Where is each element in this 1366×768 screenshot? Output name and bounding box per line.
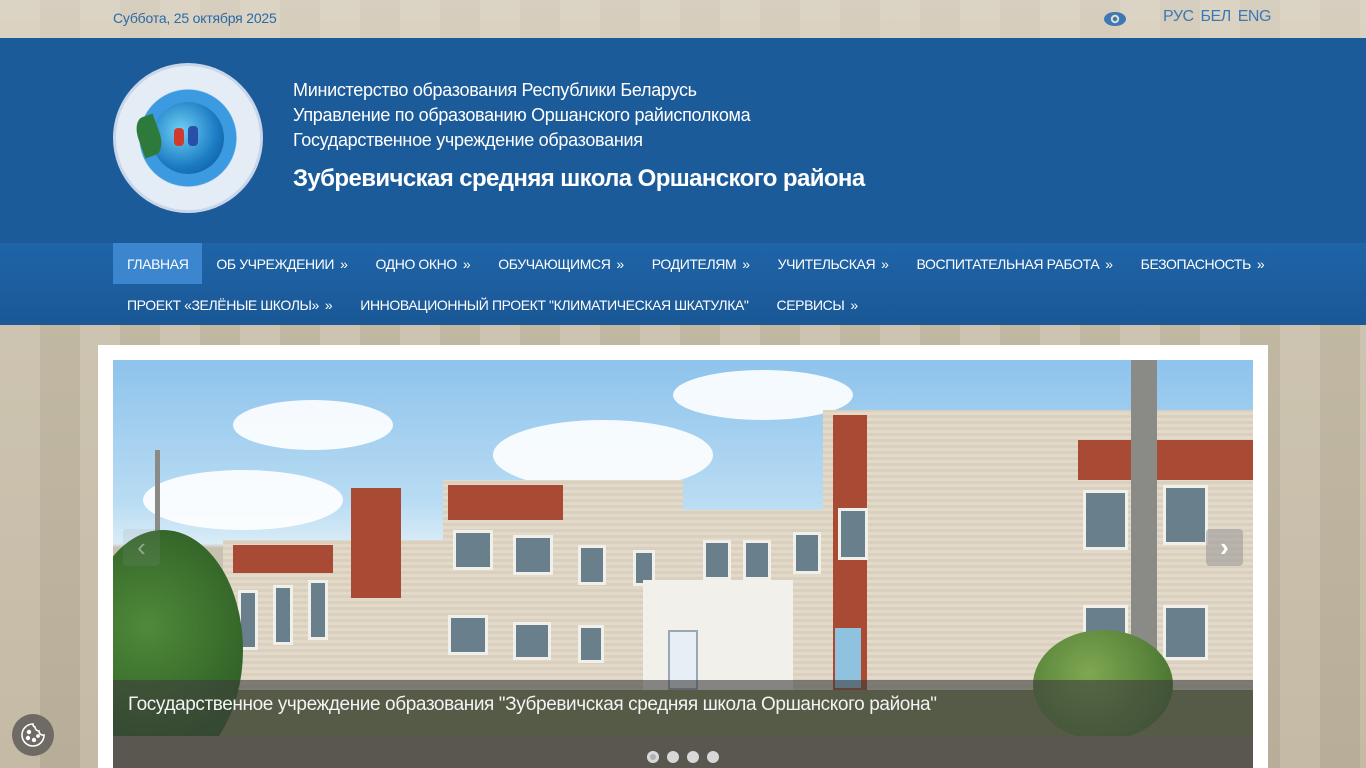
window bbox=[838, 508, 868, 560]
cloud bbox=[143, 470, 343, 530]
site-header: Министерство образования Республики Бела… bbox=[0, 38, 1366, 243]
main-navigation: ГЛАВНАЯ ОБ УЧРЕЖДЕНИИ» ОДНО ОКНО» ОБУЧАЮ… bbox=[0, 243, 1366, 325]
lang-bel[interactable]: БЕЛ bbox=[1201, 8, 1232, 26]
nav-item-one-window[interactable]: ОДНО ОКНО» bbox=[361, 243, 484, 284]
nav-item-home[interactable]: ГЛАВНАЯ bbox=[113, 243, 203, 284]
slider-dot[interactable] bbox=[667, 751, 679, 763]
building-accent bbox=[1078, 440, 1253, 480]
building-accent bbox=[351, 488, 401, 598]
slide-caption: Государственное учреждение образования "… bbox=[113, 680, 1253, 736]
top-bar: Суббота, 25 октября 2025 РУС БЕЛ ENG bbox=[0, 0, 1366, 38]
child-figure bbox=[174, 128, 184, 146]
window bbox=[743, 540, 771, 580]
nav-item-education-work[interactable]: ВОСПИТАТЕЛЬНАЯ РАБОТА» bbox=[903, 243, 1127, 284]
slide-caption-text: Государственное учреждение образования "… bbox=[128, 694, 937, 715]
nav-item-green-schools[interactable]: ПРОЕКТ «ЗЕЛЁНЫЕ ШКОЛЫ»» bbox=[113, 284, 346, 325]
window bbox=[1083, 490, 1128, 550]
chevron-right-icon: » bbox=[850, 296, 858, 313]
child-figure bbox=[188, 126, 198, 146]
image-slider: ‹ › Государственное учреждение образован… bbox=[113, 360, 1253, 768]
slider-pagination bbox=[113, 736, 1253, 768]
window bbox=[793, 532, 821, 574]
building-accent bbox=[448, 485, 563, 520]
org-line: Министерство образования Республики Бела… bbox=[293, 80, 697, 100]
window bbox=[1163, 605, 1208, 660]
slider-next-button[interactable]: › bbox=[1206, 529, 1243, 566]
school-name: Зубревичская средняя школа Оршанского ра… bbox=[293, 165, 865, 192]
cloud bbox=[233, 400, 393, 450]
cookie-icon[interactable] bbox=[12, 714, 54, 756]
window bbox=[513, 622, 551, 660]
nav-item-teachers[interactable]: УЧИТЕЛЬСКАЯ» bbox=[764, 243, 903, 284]
nav-item-students[interactable]: ОБУЧАЮЩИМСЯ» bbox=[484, 243, 638, 284]
window bbox=[448, 615, 488, 655]
window bbox=[308, 580, 328, 640]
slider-prev-button[interactable]: ‹ bbox=[123, 529, 160, 566]
building-accent bbox=[233, 545, 333, 573]
window bbox=[578, 545, 606, 585]
org-line: Управление по образованию Оршанского рай… bbox=[293, 105, 751, 125]
chevron-right-icon: » bbox=[616, 255, 624, 272]
eye-icon[interactable] bbox=[1103, 10, 1127, 28]
window bbox=[1163, 485, 1208, 545]
org-line: Государственное учреждение образования bbox=[293, 130, 643, 150]
window bbox=[273, 585, 293, 645]
language-switcher: РУС БЕЛ ENG bbox=[1163, 8, 1271, 26]
slider-dot[interactable] bbox=[687, 751, 699, 763]
nav-row: ПРОЕКТ «ЗЕЛЁНЫЕ ШКОЛЫ»» ИННОВАЦИОННЫЙ ПР… bbox=[113, 284, 872, 325]
slider-dots bbox=[647, 751, 719, 763]
chevron-right-icon: » bbox=[340, 255, 348, 272]
nav-item-parents[interactable]: РОДИТЕЛЯМ» bbox=[638, 243, 764, 284]
nav-item-innovation-project[interactable]: ИННОВАЦИОННЫЙ ПРОЕКТ "КЛИМАТИЧЕСКАЯ ШКАТ… bbox=[346, 284, 762, 325]
school-logo[interactable] bbox=[113, 63, 263, 213]
window bbox=[578, 625, 604, 663]
chevron-right-icon: » bbox=[1256, 255, 1265, 272]
side-door bbox=[835, 628, 861, 688]
slider-dot[interactable] bbox=[707, 751, 719, 763]
nav-row: ГЛАВНАЯ ОБ УЧРЕЖДЕНИИ» ОДНО ОКНО» ОБУЧАЮ… bbox=[113, 243, 1278, 284]
chevron-right-icon: » bbox=[1105, 255, 1113, 272]
chevron-right-icon: » bbox=[462, 255, 471, 272]
window bbox=[453, 530, 493, 570]
window bbox=[513, 535, 553, 575]
lang-eng[interactable]: ENG bbox=[1238, 8, 1272, 26]
lang-rus[interactable]: РУС bbox=[1163, 8, 1194, 26]
nav-item-services[interactable]: СЕРВИСЫ» bbox=[763, 284, 872, 325]
nav-item-about[interactable]: ОБ УЧРЕЖДЕНИИ» bbox=[202, 243, 361, 284]
window bbox=[703, 540, 731, 580]
chevron-right-icon: » bbox=[881, 255, 889, 272]
current-date: Суббота, 25 октября 2025 bbox=[113, 10, 277, 26]
organization-info: Министерство образования Республики Бела… bbox=[293, 78, 865, 195]
slider-dot[interactable] bbox=[647, 751, 659, 763]
nav-item-safety[interactable]: БЕЗОПАСНОСТЬ» bbox=[1127, 243, 1279, 284]
chevron-right-icon: » bbox=[742, 255, 750, 272]
entrance-porch bbox=[643, 580, 793, 690]
chevron-right-icon: » bbox=[324, 296, 333, 313]
